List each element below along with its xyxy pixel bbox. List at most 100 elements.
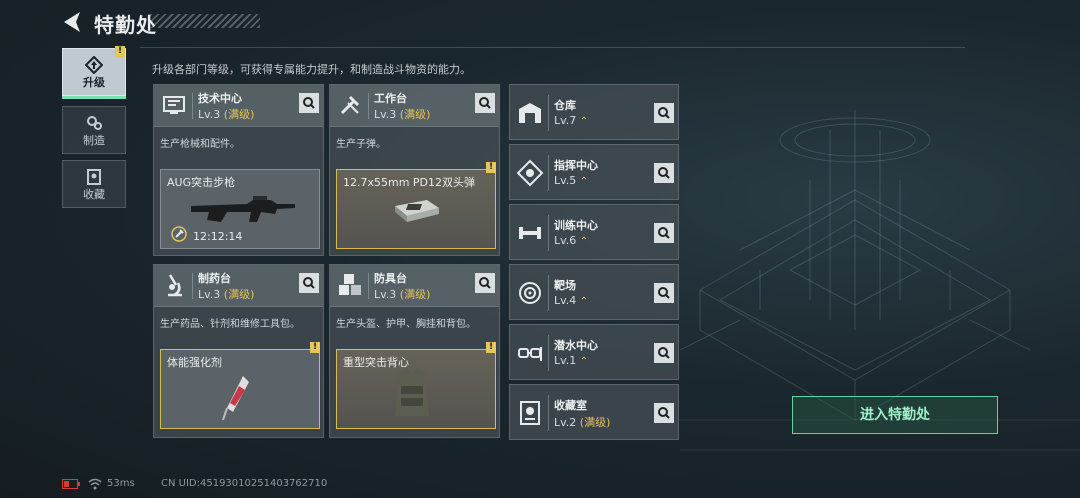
search-icon <box>303 97 315 109</box>
search-button[interactable] <box>475 273 495 293</box>
upgrade-alert-badge: ! <box>115 46 125 57</box>
search-button[interactable] <box>654 223 674 243</box>
facility-card-tech-center[interactable]: 技术中心 Lv.3 (满级) 生产枪械和配件。 AUG突击步枪 12:12:14 <box>153 84 324 256</box>
card-level: Lv.3 (满级) <box>374 106 430 122</box>
production-slot[interactable]: AUG突击步枪 12:12:14 <box>160 169 320 249</box>
warehouse-icon <box>519 103 541 123</box>
search-button[interactable] <box>475 93 495 113</box>
ammo-box-icon <box>395 200 439 222</box>
row-separator <box>548 155 549 191</box>
department-level: Lv.7 ⌃ <box>554 114 588 127</box>
target-icon <box>519 282 541 304</box>
nav-tab-label: 升级 <box>83 76 105 89</box>
armor-cubes-icon <box>339 274 361 295</box>
level-value: Lv.5 <box>554 174 577 187</box>
syringe-icon <box>222 376 249 421</box>
card-level: Lv.3 (满级) <box>198 286 254 302</box>
header-divider <box>140 47 965 48</box>
search-icon <box>658 107 670 119</box>
card-header: 防具台 Lv.3 (满级) <box>330 265 499 307</box>
upgrade-icon <box>85 56 103 74</box>
slot-item-name: 12.7x55mm PD12双头弹 <box>343 176 476 189</box>
department-row-shooting-range[interactable]: 靶场 Lv.4 ⌃ <box>509 264 679 320</box>
level-value: Lv.7 <box>554 114 577 127</box>
nav-tab-label: 制造 <box>83 134 105 147</box>
gear-icon <box>87 116 102 130</box>
card-level: Lv.3 (满级) <box>374 286 430 302</box>
department-name: 训练中心 <box>554 219 598 232</box>
department-level: Lv.6 ⌃ <box>554 234 588 247</box>
network-ping: 53ms <box>107 478 135 489</box>
card-separator <box>192 93 193 119</box>
search-icon <box>658 227 670 239</box>
row-separator <box>548 215 549 251</box>
wifi-icon <box>88 478 102 490</box>
department-name: 收藏室 <box>554 399 587 412</box>
max-level-tag: (满级) <box>399 108 431 121</box>
card-description: 生产枪械和配件。 <box>160 139 240 150</box>
search-button[interactable] <box>299 93 319 113</box>
nav-tab-collection[interactable]: 收藏 <box>62 160 126 208</box>
facility-card-workbench[interactable]: 工作台 Lv.3 (满级) 生产子弹。 12.7x55mm PD12双头弹 ! <box>329 84 500 256</box>
level-value: Lv.6 <box>554 234 577 247</box>
department-row-warehouse[interactable]: 仓库 Lv.7 ⌃ <box>509 84 679 140</box>
card-title: 技术中心 <box>198 92 242 105</box>
department-row-command-center[interactable]: 指挥中心 Lv.5 ⌃ <box>509 144 679 200</box>
slot-item-name: 体能强化剂 <box>167 356 222 369</box>
upgrade-available-icon: ⌃ <box>579 296 589 307</box>
department-level: Lv.4 ⌃ <box>554 294 588 307</box>
level-value: Lv.1 <box>554 354 577 367</box>
facility-card-armor-bench[interactable]: 防具台 Lv.3 (满级) 生产头盔、护甲、胸挂和背包。 重型突击背心 ! <box>329 264 500 438</box>
search-button[interactable] <box>299 273 319 293</box>
facility-card-pharmacy[interactable]: 制药台 Lv.3 (满级) 生产药品、针剂和维修工具包。 体能强化剂 ! <box>153 264 324 438</box>
search-button[interactable] <box>654 103 674 123</box>
card-title: 制药台 <box>198 272 231 285</box>
back-arrow-icon[interactable] <box>60 10 86 34</box>
enter-base-button[interactable]: 进入特勤处 <box>792 396 998 434</box>
hammer-wrench-icon <box>340 95 360 115</box>
armor-vest-icon <box>395 368 429 416</box>
upgrade-available-icon: ⌃ <box>579 356 589 367</box>
level-value: Lv.2 <box>554 416 577 429</box>
max-level-tag: (满级) <box>579 416 611 429</box>
nav-active-indicator <box>62 96 126 99</box>
user-uid: CN UID:45193010251403762710 <box>161 478 328 489</box>
production-slot[interactable]: 体能强化剂 ! <box>160 342 320 429</box>
title-decoration <box>150 14 260 28</box>
department-row-collection-room[interactable]: 收藏室 Lv.2 (满级) <box>509 384 679 440</box>
max-level-tag: (满级) <box>399 288 431 301</box>
production-slot[interactable]: 重型突击背心 ! <box>336 342 496 429</box>
level-value: Lv.3 <box>198 108 221 121</box>
page-description: 升级各部门等级，可获得专属能力提升，和制造战斗物资的能力。 <box>152 63 471 76</box>
page-title: 特勤处 <box>94 13 157 37</box>
card-header: 制药台 Lv.3 (满级) <box>154 265 323 307</box>
level-value: Lv.3 <box>374 108 397 121</box>
slot-item-name: AUG突击步枪 <box>167 176 236 189</box>
department-name: 指挥中心 <box>554 159 598 172</box>
max-level-tag: (满级) <box>223 288 255 301</box>
battery-low-icon <box>62 479 80 489</box>
department-level: Lv.5 ⌃ <box>554 174 588 187</box>
search-button[interactable] <box>654 343 674 363</box>
level-value: Lv.4 <box>554 294 577 307</box>
tech-center-icon <box>163 96 185 114</box>
upgrade-available-icon: ⌃ <box>579 176 589 187</box>
upgrade-available-icon: ⌃ <box>579 116 589 127</box>
search-button[interactable] <box>654 283 674 303</box>
department-name: 靶场 <box>554 279 576 292</box>
microscope-icon <box>168 274 182 297</box>
production-slot[interactable]: 12.7x55mm PD12双头弹 ! <box>336 162 496 249</box>
row-separator <box>548 395 549 431</box>
department-row-diving-center[interactable]: 潜水中心 Lv.1 ⌃ <box>509 324 679 380</box>
search-button[interactable] <box>654 163 674 183</box>
card-description: 生产子弹。 <box>336 139 386 150</box>
department-row-training-center[interactable]: 训练中心 Lv.6 ⌃ <box>509 204 679 260</box>
slot-alert-badge: ! <box>486 162 496 173</box>
search-icon <box>658 407 670 419</box>
search-button[interactable] <box>654 403 674 423</box>
rifle-icon <box>191 196 295 222</box>
upgrade-available-icon: ⌃ <box>579 236 589 247</box>
nav-tab-craft[interactable]: 制造 <box>62 106 126 154</box>
nav-tab-label: 收藏 <box>83 188 105 201</box>
production-timer: 12:12:14 <box>193 230 243 243</box>
